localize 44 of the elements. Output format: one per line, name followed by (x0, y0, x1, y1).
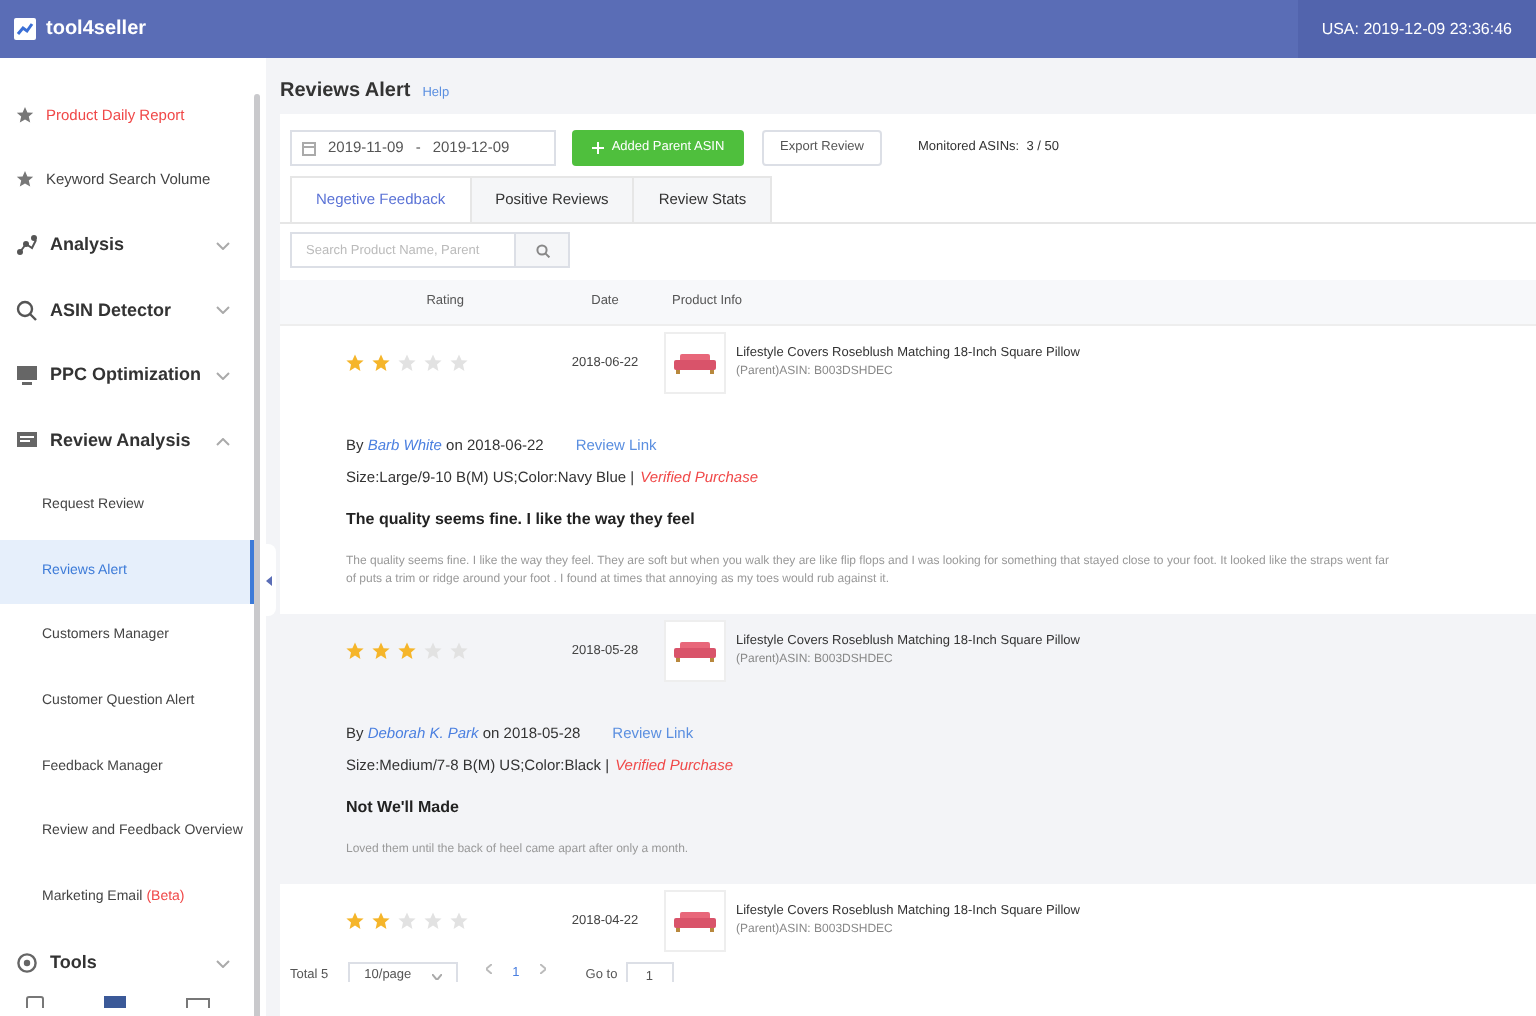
sidebar-group[interactable]: PPC Optimization (0, 343, 254, 409)
search-icon (16, 299, 38, 322)
next-page-button[interactable] (539, 964, 546, 974)
sofa-icon (674, 353, 716, 373)
star-empty-icon (398, 912, 416, 930)
search-icon (535, 243, 549, 257)
review-title: Not We'll Made (346, 796, 461, 820)
clock-text: USA: 2019-12-09 23:36:46 (1297, 0, 1536, 58)
sidebar-group[interactable]: Review Analysis (0, 408, 254, 474)
star-icon (16, 170, 34, 189)
star-icon (16, 105, 34, 124)
star-filled-icon (372, 912, 390, 930)
chart-icon (16, 234, 38, 257)
star-empty-icon (450, 354, 468, 372)
star-filled-icon (346, 354, 364, 372)
search-button[interactable] (516, 232, 570, 268)
gear-icon (16, 952, 38, 975)
star-empty-icon (424, 354, 442, 372)
star-filled-icon (398, 642, 416, 660)
calendar-icon (302, 141, 316, 155)
sofa-icon (674, 641, 716, 661)
sidebar-group[interactable]: ASIN Detector (0, 277, 254, 344)
sofa-icon (674, 911, 716, 931)
chevron-down-icon (432, 973, 443, 979)
monitor-icon (16, 364, 38, 387)
page-title: Reviews Alert (280, 78, 411, 106)
star-filled-icon (372, 354, 390, 372)
collapse-handle[interactable] (266, 544, 276, 616)
sidebar-group[interactable]: Tools (0, 931, 254, 997)
chat-icon (16, 430, 38, 453)
star-filled-icon (346, 642, 364, 660)
plus-icon (591, 142, 604, 154)
star-filled-icon (346, 912, 364, 930)
star-filled-icon (372, 642, 390, 660)
app-logo-text: tool4seller (46, 16, 147, 44)
sidebar-group[interactable]: Analysis (0, 212, 254, 278)
star-empty-icon (398, 354, 416, 372)
previous-page-button[interactable] (486, 964, 493, 974)
chevron-right-icon (539, 964, 546, 974)
star-empty-icon (424, 912, 442, 930)
logo-icon (14, 18, 36, 40)
star-empty-icon (450, 912, 468, 930)
chevron-left-icon (486, 964, 493, 974)
review-title: The quality seems fine. I like the way they feel (346, 508, 697, 532)
